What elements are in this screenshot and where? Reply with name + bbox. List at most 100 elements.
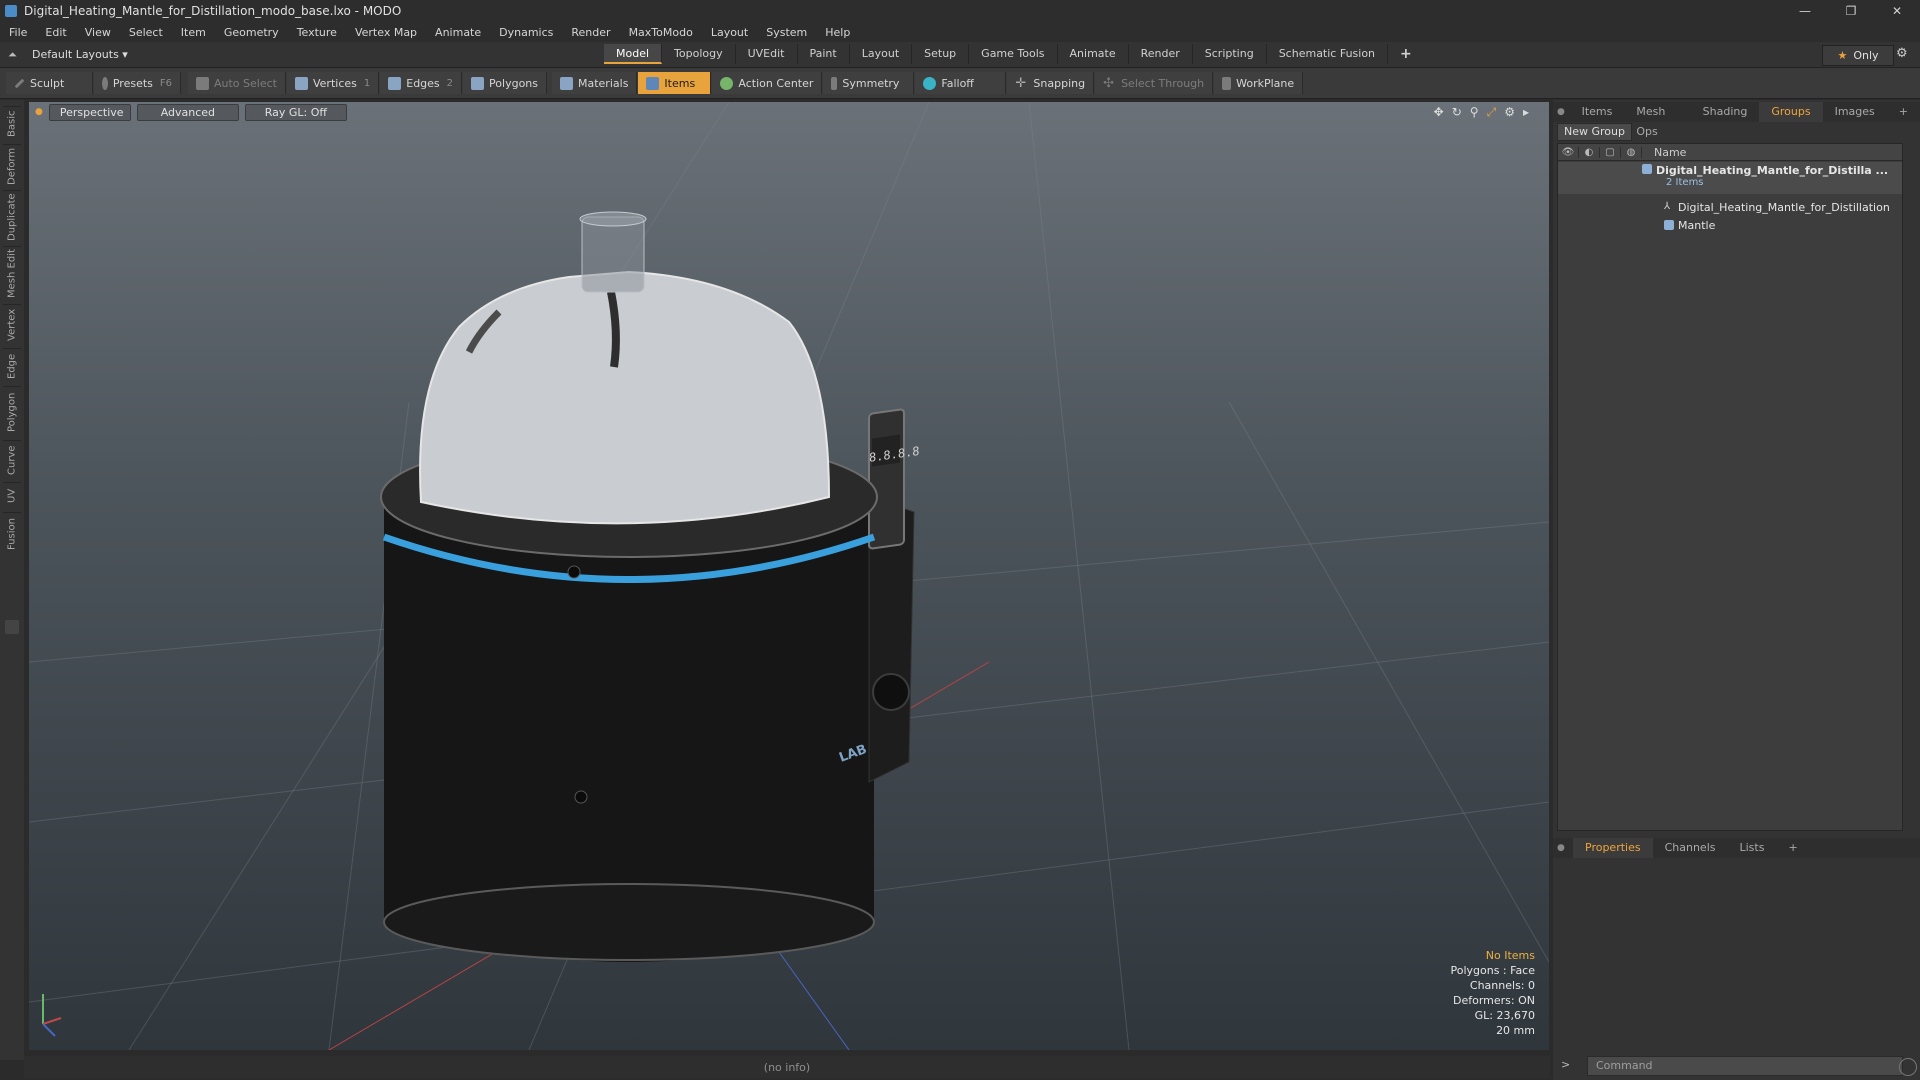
tab-paint[interactable]: Paint [798, 44, 850, 64]
action-center-button[interactable]: Action Center [712, 72, 823, 94]
menu-bar: File Edit View Select Item Geometry Text… [0, 22, 1920, 42]
menu-animate[interactable]: Animate [426, 26, 490, 39]
menu-help[interactable]: Help [816, 26, 859, 39]
tab-render[interactable]: Render [1129, 44, 1193, 64]
menu-texture[interactable]: Texture [288, 26, 346, 39]
tab-shading[interactable]: Shading [1691, 102, 1760, 122]
select-through-button[interactable]: ✣ Select Through [1095, 72, 1214, 94]
menu-file[interactable]: File [0, 26, 36, 39]
layout-dropdown[interactable]: Default Layouts ▾ [32, 48, 128, 61]
minimize-button[interactable]: — [1782, 0, 1828, 22]
shading-mode-dropdown[interactable]: Advanced [136, 103, 239, 121]
vtab-vertex[interactable]: Vertex [3, 304, 21, 345]
gear-icon[interactable]: ⚙ [1896, 46, 1908, 61]
close-button[interactable]: ✕ [1874, 0, 1920, 22]
menu-geometry[interactable]: Geometry [215, 26, 288, 39]
tab-channels[interactable]: Channels [1653, 838, 1728, 858]
viewport-expand-icon[interactable]: ▸ [1523, 105, 1529, 120]
vtab-deform[interactable]: Deform [3, 144, 21, 187]
rotate-icon[interactable]: ↻ [1452, 105, 1462, 120]
add-properties-tab[interactable]: + [1776, 838, 1809, 858]
menu-dynamics[interactable]: Dynamics [490, 26, 562, 39]
perspective-view-dropdown[interactable]: Perspective [48, 103, 131, 121]
symmetry-button[interactable]: Symmetry [823, 72, 915, 94]
vtab-polygon[interactable]: Polygon [3, 386, 21, 437]
body-screw-1 [567, 565, 581, 579]
lock-column-icon[interactable]: ▢ [1600, 146, 1621, 158]
add-panel-tab[interactable]: + [1887, 102, 1920, 122]
sculpt-button[interactable]: Sculpt [6, 72, 93, 94]
items-mode-button[interactable]: Items [638, 72, 712, 94]
vtab-fusion[interactable]: Fusion [3, 512, 21, 555]
visibility-column-icon[interactable]: 👁 [1558, 146, 1579, 158]
vtab-basic[interactable]: Basic [3, 106, 21, 141]
viewport-dot-icon[interactable]: ● [35, 107, 43, 117]
workplane-button[interactable]: WorkPlane [1214, 72, 1304, 94]
expand-panel-icon[interactable] [5, 620, 19, 634]
group-item-count: 2 Items [1666, 177, 1704, 188]
edges-mode-button[interactable]: Edges 2 [380, 72, 463, 94]
status-text: (no info) [763, 1060, 811, 1074]
tab-setup[interactable]: Setup [912, 44, 970, 64]
tab-animate[interactable]: Animate [1058, 44, 1129, 64]
tab-lists[interactable]: Lists [1728, 838, 1777, 858]
menu-item[interactable]: Item [172, 26, 215, 39]
tab-layout[interactable]: Layout [850, 44, 913, 64]
list-item[interactable]: Mantle [1558, 216, 1902, 234]
menu-vertex-map[interactable]: Vertex Map [346, 26, 426, 39]
tab-groups[interactable]: Groups [1759, 102, 1823, 122]
polygons-mode-button[interactable]: Polygons [463, 72, 547, 94]
vtab-edge[interactable]: Edge [3, 348, 21, 383]
select-column-icon[interactable]: ◍ [1621, 146, 1642, 158]
vtab-curve[interactable]: Curve [3, 440, 21, 479]
pan-icon[interactable]: ✥ [1434, 105, 1444, 120]
tab-images[interactable]: Images [1823, 102, 1887, 122]
auto-select-button[interactable]: Auto Select [188, 72, 286, 94]
vertices-mode-button[interactable]: Vertices 1 [286, 72, 380, 94]
only-toggle-button[interactable]: ★ Only [1822, 45, 1894, 66]
3d-viewport[interactable]: 8.8.8.8 LAB No Items Polygons : Face Cha… [29, 102, 1549, 1050]
grid-scale-info: 20 mm [1496, 1024, 1535, 1037]
tab-uvedit[interactable]: UVEdit [736, 44, 798, 64]
add-tab-button[interactable]: + [1388, 44, 1424, 64]
vtab-mesh-edit[interactable]: Mesh Edit [3, 246, 21, 301]
group-child-name: Digital_Heating_Mantle_for_Distillation [1678, 200, 1890, 214]
title-bar: Digital_Heating_Mantle_for_Distillation_… [0, 0, 1920, 22]
command-input[interactable]: Command [1587, 1056, 1903, 1076]
maximize-button[interactable]: ❐ [1828, 0, 1874, 22]
tab-schematic-fusion[interactable]: Schematic Fusion [1267, 44, 1389, 64]
raygl-toggle[interactable]: Ray GL: Off [244, 103, 347, 121]
panel-dot-icon[interactable]: ● [1553, 843, 1573, 853]
new-group-button[interactable]: New Group [1557, 123, 1632, 141]
menu-maxtomodo[interactable]: MaxToModo [620, 26, 702, 39]
tab-mesh-ops[interactable]: Mesh Ops [1624, 102, 1690, 138]
panel-dot-icon[interactable]: ● [1553, 107, 1570, 117]
tab-model[interactable]: Model [604, 44, 663, 64]
command-history-button[interactable] [1899, 1058, 1917, 1076]
vtab-uv[interactable]: UV [3, 482, 21, 509]
render-column-icon[interactable]: ◐ [1579, 146, 1600, 158]
menu-layout[interactable]: Layout [702, 26, 757, 39]
materials-mode-button[interactable]: Materials [552, 72, 638, 94]
zoom-icon[interactable]: ⚲ [1470, 105, 1479, 120]
menu-system[interactable]: System [757, 26, 816, 39]
tab-items[interactable]: Items [1570, 102, 1625, 122]
vtab-duplicate[interactable]: Duplicate [3, 190, 21, 243]
tab-game-tools[interactable]: Game Tools [969, 44, 1058, 64]
falloff-button[interactable]: Falloff [915, 72, 1007, 94]
command-prompt-icon: > [1561, 1058, 1571, 1071]
snapping-button[interactable]: ✛ Snapping [1007, 72, 1095, 94]
fit-icon[interactable]: ⤢ [1487, 105, 1497, 120]
tab-scripting[interactable]: Scripting [1193, 44, 1267, 64]
menu-select[interactable]: Select [120, 26, 172, 39]
menu-edit[interactable]: Edit [36, 26, 75, 39]
tab-properties[interactable]: Properties [1573, 838, 1653, 858]
presets-button[interactable]: Presets F6 [94, 72, 181, 94]
group-row[interactable]: Digital_Heating_Mantle_for_Distilla ... … [1558, 162, 1902, 194]
menu-view[interactable]: View [76, 26, 120, 39]
viewport-settings-icon[interactable]: ⚙ [1504, 105, 1515, 120]
list-item[interactable]: ⅄ Digital_Heating_Mantle_for_Distillatio… [1558, 198, 1902, 216]
tab-topology[interactable]: Topology [662, 44, 736, 64]
collapse-toolbar-icon[interactable]: ⏶ [8, 48, 22, 62]
menu-render[interactable]: Render [562, 26, 619, 39]
